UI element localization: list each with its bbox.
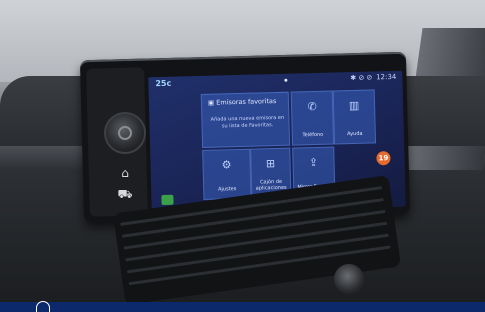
radio-icon: ▣	[207, 98, 215, 107]
phone-label: Teléfono	[302, 131, 324, 139]
favorite-stations-tile[interactable]: ▣ Emisoras favoritas Añada una nueva emi…	[200, 91, 291, 148]
book-icon: ▥	[348, 98, 360, 113]
help-label: Ayuda	[347, 130, 363, 138]
climate-knob[interactable]	[334, 264, 364, 294]
brand-logo	[36, 301, 50, 312]
favorite-stations-message: Añada una nueva emisora en su lista de F…	[210, 114, 285, 130]
favorite-stations-title: Emisoras favoritas	[216, 97, 277, 107]
phone-tile[interactable]: ✆ Teléfono	[290, 90, 335, 146]
temperature-readout: 25c	[155, 78, 172, 89]
notification-badge[interactable]: 19	[376, 151, 391, 166]
settings-tile[interactable]: ⚙ Ajustes	[202, 148, 252, 200]
grid-icon: ⊞	[265, 157, 276, 171]
clock: 12:34	[376, 72, 397, 82]
phone-icon: ✆	[307, 99, 317, 114]
page-indicator-dot	[284, 78, 288, 82]
help-tile[interactable]: ▥ Ayuda	[332, 89, 377, 145]
mirror-screen-icon: ⇪	[308, 155, 319, 170]
settings-label: Ajustes	[218, 186, 237, 193]
car-icon[interactable]: ⛟	[113, 184, 137, 204]
status-icons: ✱ ⊘ ⊘	[350, 73, 373, 83]
gear-icon: ⚙	[221, 158, 232, 172]
footer-bar	[0, 302, 485, 312]
home-icon[interactable]: ⌂	[113, 163, 137, 183]
volume-knob[interactable]	[104, 112, 146, 154]
status-indicator	[161, 194, 174, 206]
